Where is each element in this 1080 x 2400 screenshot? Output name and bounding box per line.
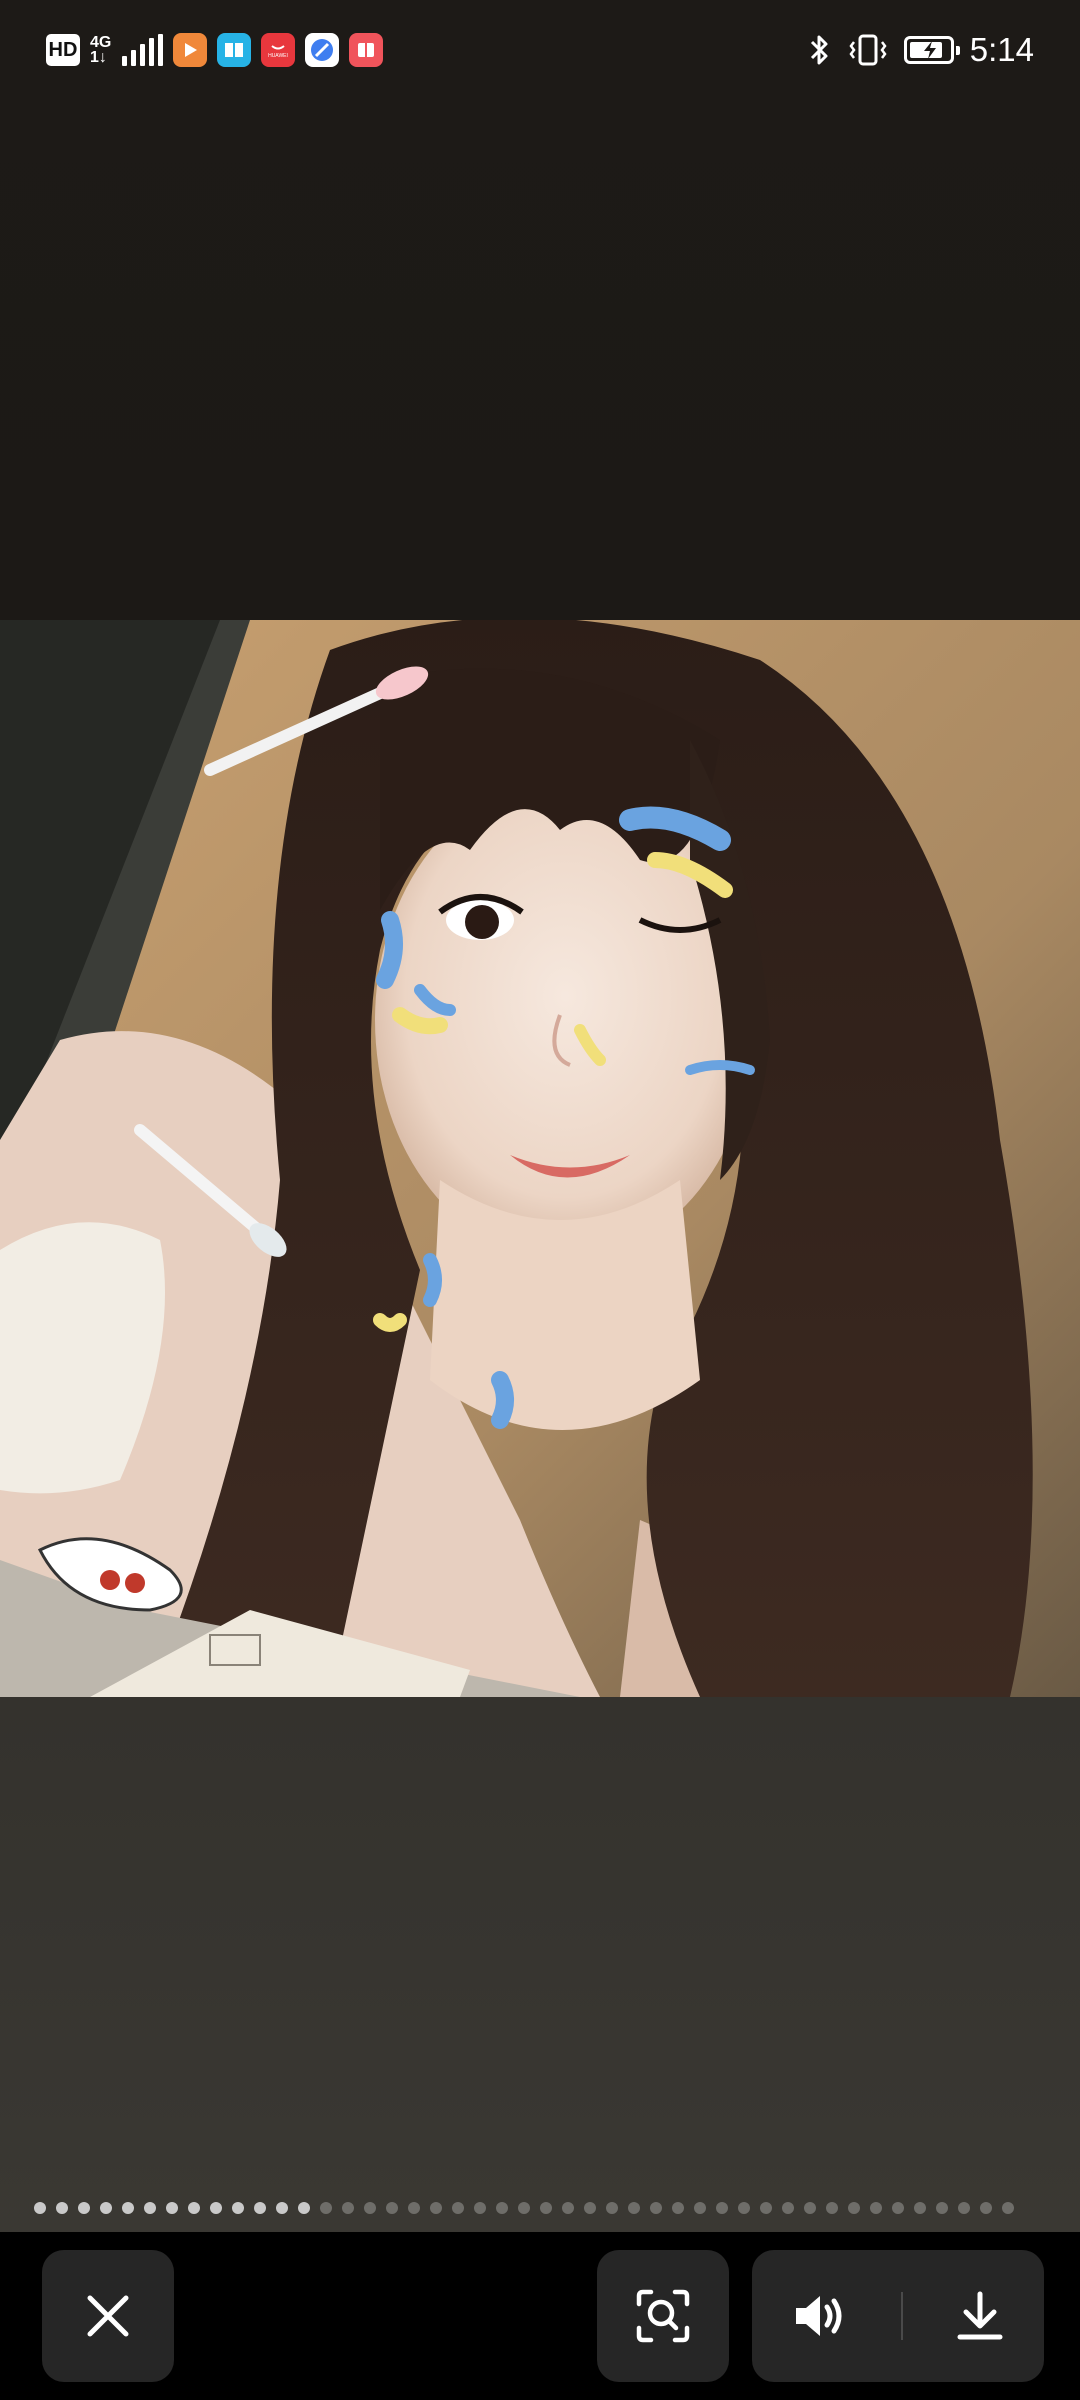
page-dot xyxy=(166,2202,178,2214)
bluetooth-icon xyxy=(810,35,828,65)
page-dot xyxy=(738,2202,750,2214)
page-indicator xyxy=(34,2202,1034,2216)
network-sub-label: 1↓ xyxy=(90,49,107,66)
page-dot xyxy=(584,2202,596,2214)
page-dot xyxy=(782,2202,794,2214)
page-dot xyxy=(628,2202,640,2214)
lens-search-button[interactable] xyxy=(597,2250,729,2382)
page-dot xyxy=(804,2202,816,2214)
page-dot xyxy=(650,2202,662,2214)
status-left: HD 4G 1↓ HUAWEI xyxy=(46,30,383,70)
volume-icon[interactable] xyxy=(792,2290,848,2342)
download-icon[interactable] xyxy=(956,2290,1004,2342)
huawei-store-icon: HUAWEI xyxy=(261,33,295,67)
page-dot xyxy=(760,2202,772,2214)
page-dot xyxy=(342,2202,354,2214)
network-type: 4G 1↓ xyxy=(90,34,112,66)
page-dot xyxy=(518,2202,530,2214)
video-app-icon xyxy=(173,33,207,67)
page-dot xyxy=(188,2202,200,2214)
page-dot xyxy=(144,2202,156,2214)
page-dot xyxy=(892,2202,904,2214)
page-dot xyxy=(562,2202,574,2214)
page-dot xyxy=(34,2202,46,2214)
viewer-background-bottom xyxy=(0,1697,1080,2232)
page-dot xyxy=(936,2202,948,2214)
signal-icon xyxy=(122,34,163,66)
battery-icon xyxy=(903,36,960,64)
hd-badge: HD xyxy=(46,34,80,66)
page-dot xyxy=(276,2202,288,2214)
browser-app-icon xyxy=(305,33,339,67)
page-dot xyxy=(980,2202,992,2214)
page-dot xyxy=(408,2202,420,2214)
page-dot xyxy=(870,2202,882,2214)
vibrate-icon xyxy=(849,34,887,66)
page-dot xyxy=(716,2202,728,2214)
status-right: 5:14 xyxy=(808,28,1034,72)
page-dot xyxy=(496,2202,508,2214)
page-dot xyxy=(210,2202,222,2214)
media-actions xyxy=(752,2250,1044,2382)
books-app-icon xyxy=(349,33,383,67)
page-dot xyxy=(452,2202,464,2214)
page-dot xyxy=(122,2202,134,2214)
page-dot xyxy=(386,2202,398,2214)
page-dot xyxy=(320,2202,332,2214)
page-dot xyxy=(364,2202,376,2214)
toolbar-divider xyxy=(901,2292,903,2340)
page-dot xyxy=(298,2202,310,2214)
clock: 5:14 xyxy=(969,31,1034,68)
page-dot xyxy=(672,2202,684,2214)
page-dot xyxy=(826,2202,838,2214)
reader-app-icon xyxy=(217,33,251,67)
svg-text:HUAWEI: HUAWEI xyxy=(268,53,288,59)
page-dot xyxy=(958,2202,970,2214)
page-dot xyxy=(1002,2202,1014,2214)
charging-icon xyxy=(923,41,936,59)
close-icon xyxy=(87,2295,129,2337)
page-dot xyxy=(56,2202,68,2214)
image-search-icon xyxy=(636,2289,690,2343)
selfie-photo[interactable] xyxy=(0,620,1080,1697)
network-type-label: 4G xyxy=(90,34,112,51)
page-dot xyxy=(78,2202,90,2214)
page-dot xyxy=(474,2202,486,2214)
page-dot xyxy=(848,2202,860,2214)
page-dot xyxy=(232,2202,244,2214)
page-dot xyxy=(430,2202,442,2214)
status-bar: HD 4G 1↓ HUAWEI 5:14 xyxy=(0,0,1080,100)
page-dot xyxy=(100,2202,112,2214)
page-dot xyxy=(606,2202,618,2214)
page-dot xyxy=(540,2202,552,2214)
close-button[interactable] xyxy=(42,2250,174,2382)
page-dot xyxy=(914,2202,926,2214)
page-dot xyxy=(694,2202,706,2214)
page-dot xyxy=(254,2202,266,2214)
bottom-toolbar xyxy=(0,2232,1080,2400)
